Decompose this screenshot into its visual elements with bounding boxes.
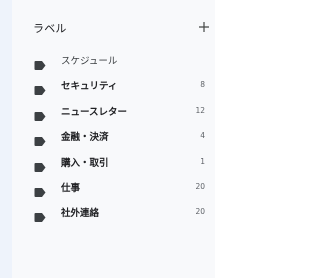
label-item-schedule[interactable]: スケジュール bbox=[12, 47, 215, 72]
labels-panel: ラベル スケジュール セキュリティ 8 ニュースレター 12 金融・決済 4 購… bbox=[12, 0, 215, 278]
label-name: 社外連絡 bbox=[61, 208, 100, 220]
labels-header: ラベル bbox=[33, 16, 215, 38]
label-tag-icon bbox=[34, 157, 46, 176]
labels-title: ラベル bbox=[33, 22, 67, 35]
app-frame: ラベル スケジュール セキュリティ 8 ニュースレター 12 金融・決済 4 購… bbox=[0, 0, 251, 278]
label-name: スケジュール bbox=[61, 56, 118, 67]
label-item-security[interactable]: セキュリティ 8 bbox=[12, 72, 215, 97]
label-tag-icon bbox=[34, 131, 46, 150]
plus-icon bbox=[199, 22, 209, 32]
label-name: 購入・取引 bbox=[61, 157, 109, 169]
label-count: 12 bbox=[195, 105, 205, 115]
label-name: 仕事 bbox=[61, 182, 81, 194]
label-tag-icon bbox=[34, 106, 46, 125]
label-item-external[interactable]: 社外連絡 20 bbox=[12, 199, 215, 224]
label-item-purchases[interactable]: 購入・取引 1 bbox=[12, 149, 215, 174]
label-tag-icon bbox=[34, 55, 46, 74]
add-label-button[interactable] bbox=[193, 16, 215, 38]
label-tag-icon bbox=[34, 207, 46, 226]
label-tag-icon bbox=[34, 80, 46, 99]
label-name: セキュリティ bbox=[61, 81, 118, 93]
label-name: ニュースレター bbox=[61, 106, 128, 118]
labels-list: スケジュール セキュリティ 8 ニュースレター 12 金融・決済 4 購入・取引… bbox=[12, 47, 215, 225]
label-count: 4 bbox=[200, 131, 205, 141]
label-count: 20 bbox=[195, 181, 205, 191]
label-count: 8 bbox=[200, 80, 205, 90]
label-item-finance[interactable]: 金融・決済 4 bbox=[12, 123, 215, 148]
content-edge bbox=[215, 0, 251, 278]
label-name: 金融・決済 bbox=[61, 132, 109, 144]
label-count: 1 bbox=[200, 156, 205, 166]
label-count: 20 bbox=[195, 207, 205, 217]
label-tag-icon bbox=[34, 182, 46, 201]
label-item-work[interactable]: 仕事 20 bbox=[12, 174, 215, 199]
label-item-newsletter[interactable]: ニュースレター 12 bbox=[12, 98, 215, 123]
